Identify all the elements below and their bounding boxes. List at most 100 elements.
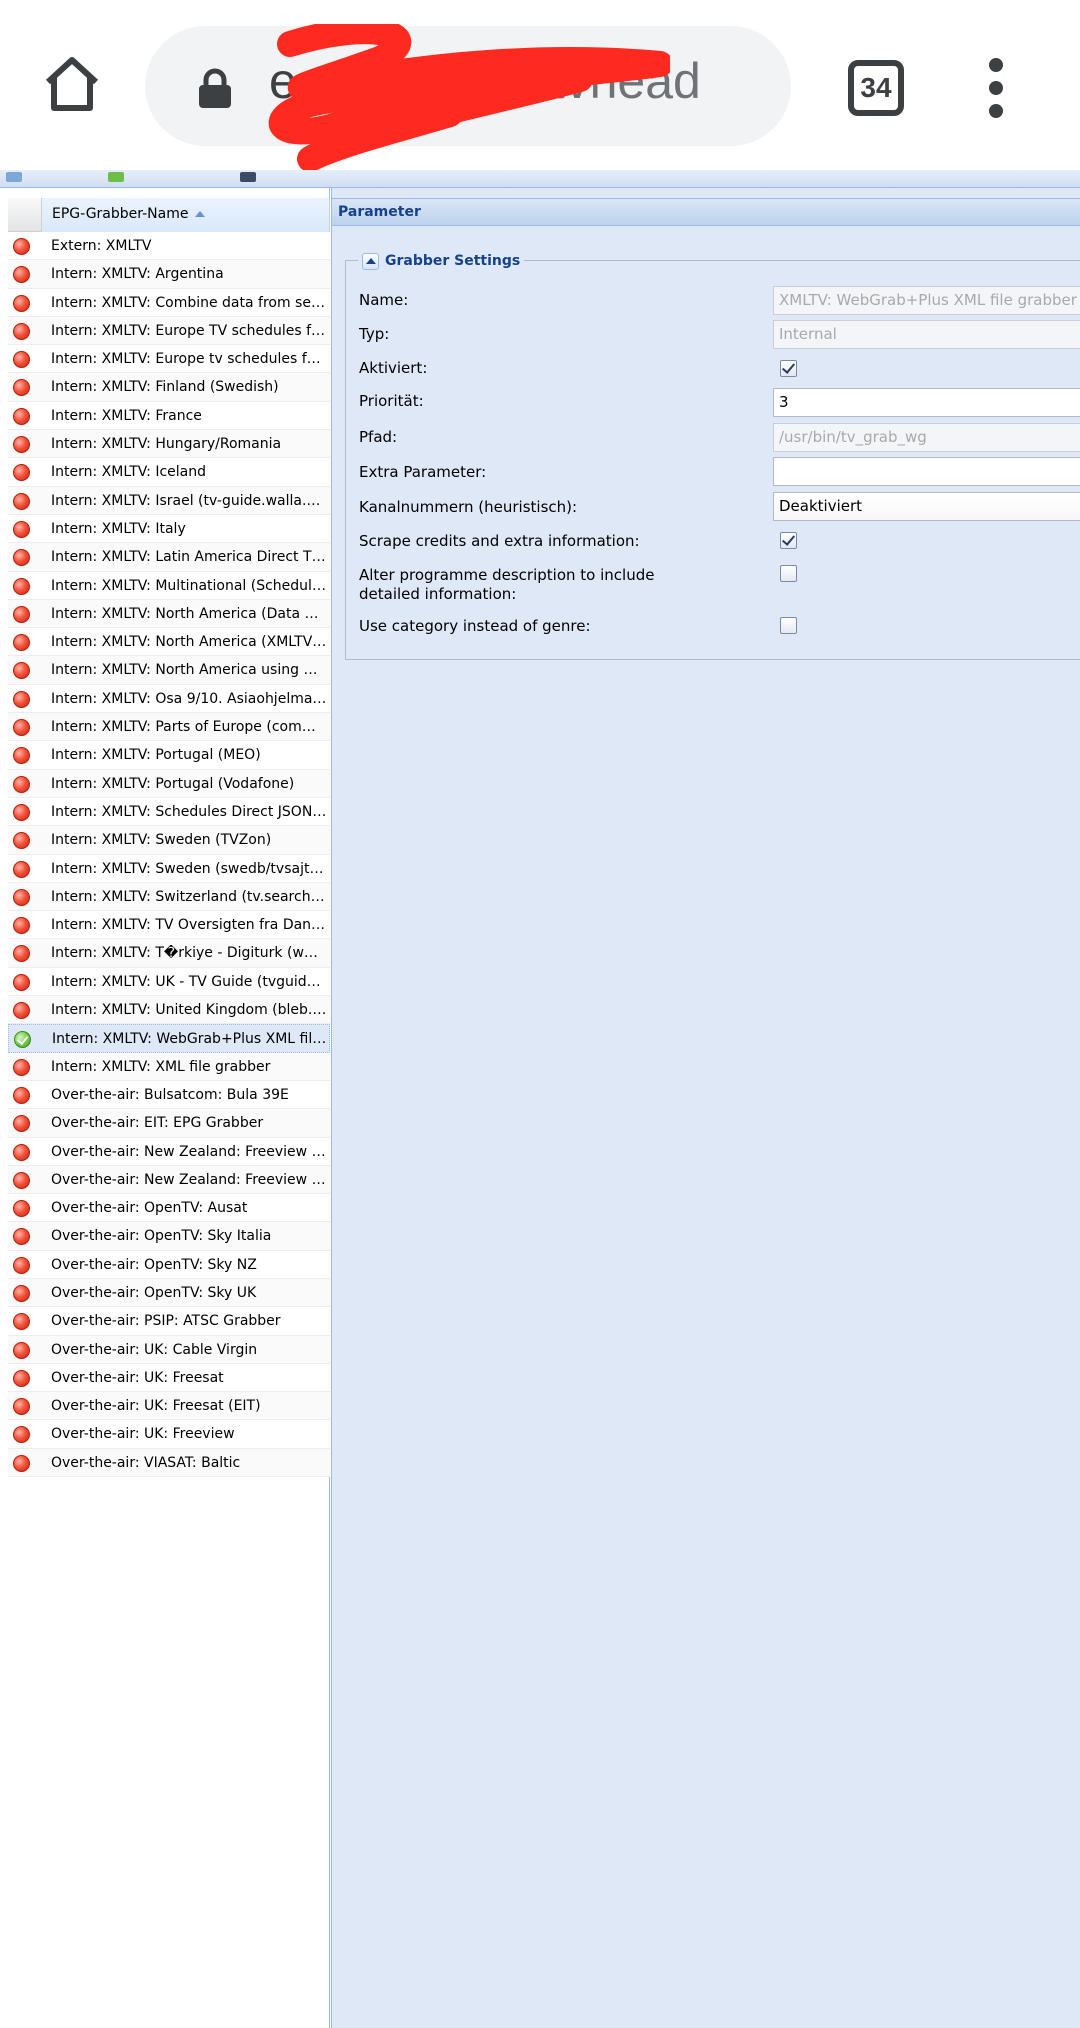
- panel-header: Parameter: [332, 198, 1080, 226]
- status-error-icon: [13, 690, 30, 708]
- column-header-label: EPG-Grabber-Name: [52, 206, 205, 222]
- table-row[interactable]: Intern: XMLTV: Iceland: [8, 458, 330, 487]
- row-name: Intern: XMLTV: North America (XMLTVListi…: [51, 634, 327, 651]
- table-row[interactable]: Over-the-air: UK: Freeview: [8, 1420, 330, 1449]
- type-field: Internal: [773, 320, 1080, 349]
- table-row[interactable]: Intern: XMLTV: Latin America Direct TV l…: [8, 543, 330, 572]
- row-name: Over-the-air: New Zealand: Freeview Basi…: [51, 1143, 327, 1160]
- priority-label: Priorität:: [359, 392, 424, 410]
- row-name: Over-the-air: OpenTV: Sky NZ: [51, 1256, 257, 1273]
- row-name: Intern: XMLTV: United Kingdom (bleb.org): [51, 1002, 327, 1019]
- table-row[interactable]: Intern: XMLTV: Multinational (Schedules …: [8, 571, 330, 600]
- status-error-icon: [13, 1256, 30, 1274]
- row-name: Intern: XMLTV: Combine data from several…: [51, 294, 327, 311]
- toolbar-icon[interactable]: [6, 172, 22, 182]
- table-row[interactable]: Intern: XMLTV: North America using www.z…: [8, 656, 330, 685]
- table-row[interactable]: Intern: XMLTV: United Kingdom (bleb.org): [8, 996, 330, 1025]
- channel-numbers-label: Kanalnummern (heuristisch):: [359, 498, 578, 516]
- table-row[interactable]: Over-the-air: VIASAT: Baltic: [8, 1448, 330, 1478]
- table-row[interactable]: Intern: XMLTV: WebGrab+Plus XML file gra…: [8, 1024, 330, 1053]
- enabled-checkbox[interactable]: [780, 360, 797, 377]
- table-row[interactable]: Over-the-air: UK: Cable Virgin: [8, 1335, 330, 1364]
- sort-ascending-icon: [194, 211, 205, 217]
- table-row[interactable]: Intern: XMLTV: Portugal (MEO): [8, 741, 330, 770]
- parameter-panel: Parameter Grabber Settings Name: XMLTV: …: [331, 188, 1080, 2028]
- channel-numbers-select[interactable]: Deaktiviert: [773, 492, 1080, 521]
- status-error-icon: [13, 1086, 30, 1104]
- status-error-icon: [13, 775, 30, 793]
- status-ok-icon: [14, 1031, 31, 1049]
- scrape-credits-checkbox[interactable]: [780, 532, 797, 549]
- table-row[interactable]: Over-the-air: EIT: EPG Grabber: [8, 1109, 330, 1138]
- row-name: Intern: XMLTV: Portugal (Vodafone): [51, 775, 295, 792]
- table-row[interactable]: Over-the-air: UK: Freesat (EIT): [8, 1392, 330, 1421]
- collapse-icon[interactable]: [362, 252, 379, 270]
- table-row[interactable]: Over-the-air: PSIP: ATSC Grabber: [8, 1307, 330, 1336]
- status-error-icon: [13, 747, 30, 765]
- table-row[interactable]: Over-the-air: Bulsatcom: Bula 39E: [8, 1080, 330, 1110]
- table-row[interactable]: Intern: XMLTV: Switzerland (tv.search.ch…: [8, 882, 330, 912]
- table-row[interactable]: Intern: XMLTV: TV Oversigten fra Danmark…: [8, 911, 330, 940]
- status-error-icon: [13, 407, 30, 425]
- browser-toolbar: e/tvhead 34: [0, 0, 1080, 172]
- table-row[interactable]: Intern: XMLTV: Europe TV schedules for f…: [8, 316, 330, 346]
- table-row[interactable]: Intern: XMLTV: Schedules Direct JSON API: [8, 797, 330, 827]
- row-name: Over-the-air: PSIP: ATSC Grabber: [51, 1313, 281, 1330]
- more-vert-icon[interactable]: [985, 58, 1007, 118]
- path-field: /usr/bin/tv_grab_wg: [773, 423, 1080, 452]
- table-row[interactable]: Intern: XMLTV: Sweden (swedb/tvsajten): [8, 854, 330, 883]
- row-name: Over-the-air: UK: Freesat: [51, 1369, 224, 1386]
- table-row[interactable]: Intern: XMLTV: North America (XMLTVListi…: [8, 628, 330, 657]
- table-row[interactable]: Intern: XMLTV: Hungary/Romania: [8, 430, 330, 459]
- table-row[interactable]: Over-the-air: OpenTV: Sky NZ: [8, 1250, 330, 1279]
- table-row[interactable]: Over-the-air: New Zealand: Freeview Loca…: [8, 1165, 330, 1195]
- table-row[interactable]: Intern: XMLTV: Sweden (TVZon): [8, 826, 330, 855]
- table-row[interactable]: Intern: XMLTV: Israel (tv-guide.walla.co…: [8, 486, 330, 515]
- status-error-icon: [13, 973, 30, 991]
- row-name: Intern: XMLTV: Europe TV schedules for f…: [51, 322, 327, 339]
- table-row[interactable]: Intern: XMLTV: Italy: [8, 514, 330, 544]
- status-error-icon: [13, 1002, 30, 1020]
- status-error-icon: [13, 577, 30, 595]
- extra-parameter-input[interactable]: [773, 457, 1080, 486]
- alter-description-checkbox[interactable]: [780, 565, 797, 582]
- table-row[interactable]: Intern: XMLTV: Osa 9/10. Asiaohjelma, Su…: [8, 684, 330, 714]
- status-error-icon: [13, 1228, 30, 1246]
- name-field: XMLTV: WebGrab+Plus XML file grabber: [773, 286, 1080, 315]
- table-row[interactable]: Over-the-air: OpenTV: Sky Italia: [8, 1222, 330, 1251]
- table-row[interactable]: Intern: XMLTV: Combine data from several…: [8, 288, 330, 317]
- table-row[interactable]: Intern: XMLTV: Parts of Europe (commerci…: [8, 713, 330, 742]
- table-row[interactable]: Intern: XMLTV: Europe tv schedules for f…: [8, 345, 330, 374]
- table-row[interactable]: Intern: XMLTV: France: [8, 401, 330, 431]
- row-name: Intern: XMLTV: North America (Data Direc…: [51, 605, 327, 622]
- tab-switcher-button[interactable]: 34: [848, 60, 904, 116]
- status-error-icon: [13, 1200, 30, 1218]
- row-name: Intern: XMLTV: Hungary/Romania: [51, 436, 282, 453]
- status-error-icon: [13, 238, 30, 255]
- table-row[interactable]: Extern: XMLTV: [8, 232, 330, 261]
- table-row[interactable]: Intern: XMLTV: Argentina: [8, 260, 330, 289]
- row-name: Over-the-air: VIASAT: Baltic: [51, 1454, 241, 1471]
- toolbar-icon[interactable]: [108, 172, 124, 182]
- row-name: Intern: XMLTV: Portugal (MEO): [51, 747, 261, 764]
- status-error-icon: [13, 1171, 30, 1189]
- table-row[interactable]: Intern: XMLTV: North America (Data Direc…: [8, 599, 330, 629]
- table-row[interactable]: Over-the-air: OpenTV: Ausat: [8, 1194, 330, 1223]
- epg-grabber-grid: EPG-Grabber-Name Extern: XMLTV Intern: XM…: [0, 188, 330, 2028]
- toolbar-icon[interactable]: [240, 172, 256, 182]
- row-name: Intern: XMLTV: Parts of Europe (commerci…: [51, 719, 327, 736]
- table-row[interactable]: Over-the-air: New Zealand: Freeview Basi…: [8, 1137, 330, 1166]
- table-row[interactable]: Over-the-air: OpenTV: Sky UK: [8, 1278, 330, 1308]
- table-row[interactable]: Intern: XMLTV: Finland (Swedish): [8, 373, 330, 402]
- home-icon[interactable]: [40, 52, 104, 116]
- status-error-icon: [13, 1313, 30, 1331]
- table-row[interactable]: Intern: XMLTV: UK - TV Guide (tvguide.co…: [8, 967, 330, 997]
- use-category-checkbox[interactable]: [780, 617, 797, 634]
- status-error-icon: [13, 294, 30, 312]
- table-row[interactable]: Intern: XMLTV: XML file grabber: [8, 1052, 330, 1081]
- priority-input[interactable]: 3: [773, 388, 1080, 417]
- grid-header-name-column[interactable]: EPG-Grabber-Name: [42, 198, 330, 232]
- table-row[interactable]: Intern: XMLTV: Portugal (Vodafone): [8, 769, 330, 798]
- table-row[interactable]: Intern: XMLTV: T�rkiye - Digiturk (www.d…: [8, 939, 330, 968]
- table-row[interactable]: Over-the-air: UK: Freesat: [8, 1363, 330, 1393]
